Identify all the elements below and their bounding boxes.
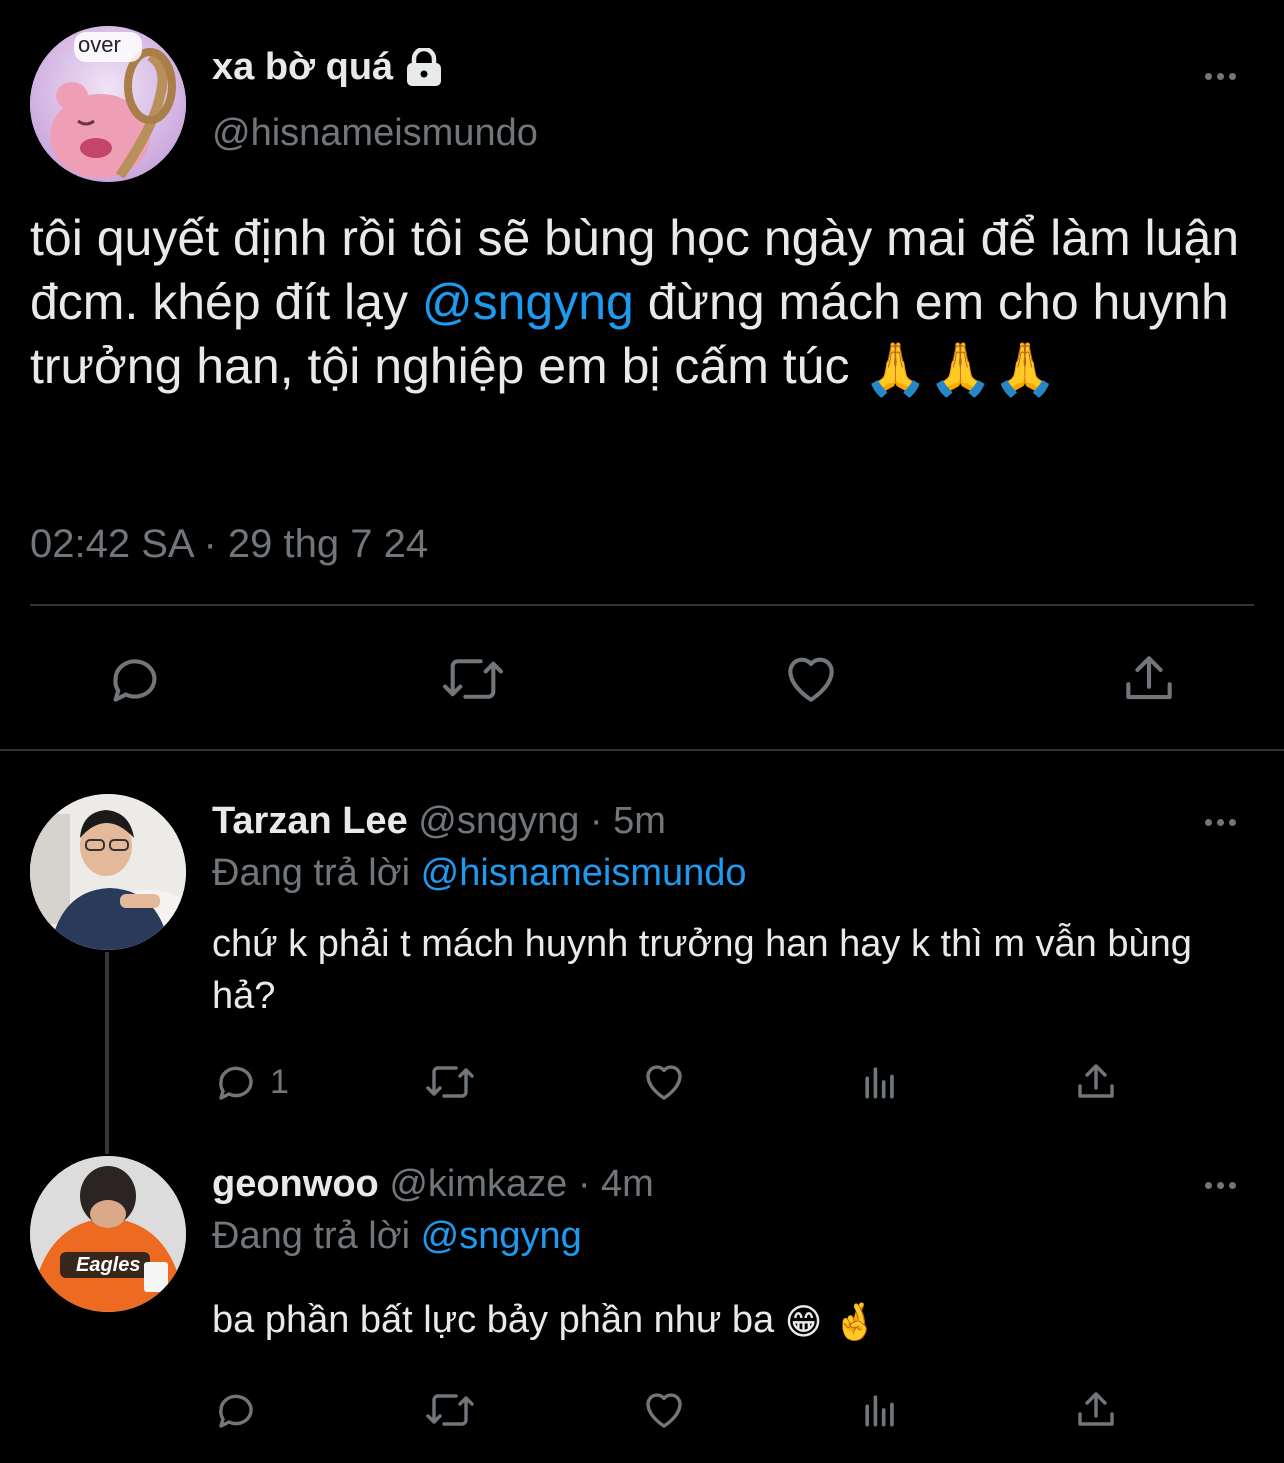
reply-2-display-name[interactable]: geonwoo (212, 1163, 379, 1205)
tweet-timestamp[interactable]: 02:42 SA · 29 thg 7 24 (30, 522, 428, 567)
author-avatar[interactable]: over (30, 26, 186, 182)
reply-2-replying-to: Đang trả lời @sngyng (212, 1215, 582, 1258)
reply-count: 1 (270, 1062, 289, 1101)
avatar-sticker-text: over (78, 32, 121, 57)
reply-1-more-icon[interactable] (1196, 810, 1244, 834)
reply-icon[interactable] (104, 648, 166, 710)
views-icon[interactable] (858, 1388, 902, 1432)
author-display-name[interactable]: xa bờ quá (212, 46, 393, 89)
tweet-text: tôi quyết định rồi tôi sẽ bùng học ngày … (30, 206, 1260, 398)
crossed-fingers-emoji: 🤞 (832, 1300, 878, 1342)
grinning-emoji: 😁 (784, 1300, 823, 1342)
replying-to-label: Đang trả lời (212, 1215, 421, 1257)
mention-link[interactable]: @sngyng (422, 274, 634, 330)
folded-hands-emoji: 🙏🙏🙏 (863, 340, 1058, 399)
like-icon[interactable] (780, 648, 842, 710)
timestamp-divider (30, 604, 1254, 606)
author-handle[interactable]: @hisnameismundo (212, 112, 538, 155)
avatar-jersey-text: Eagles (76, 1254, 141, 1276)
reply-2-action-bar (212, 1386, 1132, 1438)
reply-icon[interactable]: 1 (212, 1058, 289, 1106)
share-icon[interactable] (1072, 1058, 1120, 1106)
author-name-row: xa bờ quá (212, 46, 445, 89)
reply-1-handle-time[interactable]: @sngyng · 5m (418, 800, 666, 842)
reply-1-thread-line (105, 952, 109, 1154)
reply-1-action-bar: 1 (212, 1056, 1132, 1108)
reply-2-text-body: ba phần bất lực bảy phần như ba (212, 1299, 785, 1341)
reply-2-more-icon[interactable] (1196, 1173, 1244, 1197)
share-icon[interactable] (1072, 1386, 1120, 1434)
lock-icon (403, 47, 445, 88)
views-icon[interactable] (858, 1060, 902, 1104)
reply-icon[interactable] (212, 1386, 260, 1434)
replying-to-label: Đang trả lời (212, 852, 421, 894)
retweet-icon[interactable] (424, 1058, 476, 1106)
retweet-icon[interactable] (440, 648, 506, 710)
retweet-icon[interactable] (424, 1386, 476, 1434)
like-icon[interactable] (640, 1058, 688, 1106)
reply-2-header: geonwoo @kimkaze · 4m (212, 1163, 654, 1206)
reply-1-avatar[interactable] (30, 794, 186, 950)
replying-to-mention[interactable]: @sngyng (421, 1215, 582, 1257)
reply-1-replying-to: Đang trả lời @hisnameismundo (212, 852, 747, 895)
reply-2-handle-time[interactable]: @kimkaze · 4m (389, 1163, 654, 1205)
section-divider (0, 749, 1284, 751)
like-icon[interactable] (640, 1386, 688, 1434)
reply-1-text: chứ k phải t mách huynh trưởng han hay k… (212, 923, 1192, 1017)
reply-1-display-name[interactable]: Tarzan Lee (212, 800, 408, 842)
replying-to-mention[interactable]: @hisnameismundo (421, 852, 747, 894)
reply-2-text: ba phần bất lực bảy phần như ba 😁 🤞 (212, 1294, 1252, 1348)
reply-2-avatar[interactable]: Eagles (30, 1156, 186, 1312)
reply-1-header: Tarzan Lee @sngyng · 5m (212, 800, 666, 843)
share-icon[interactable] (1118, 648, 1180, 710)
more-options-icon[interactable] (1196, 64, 1244, 88)
